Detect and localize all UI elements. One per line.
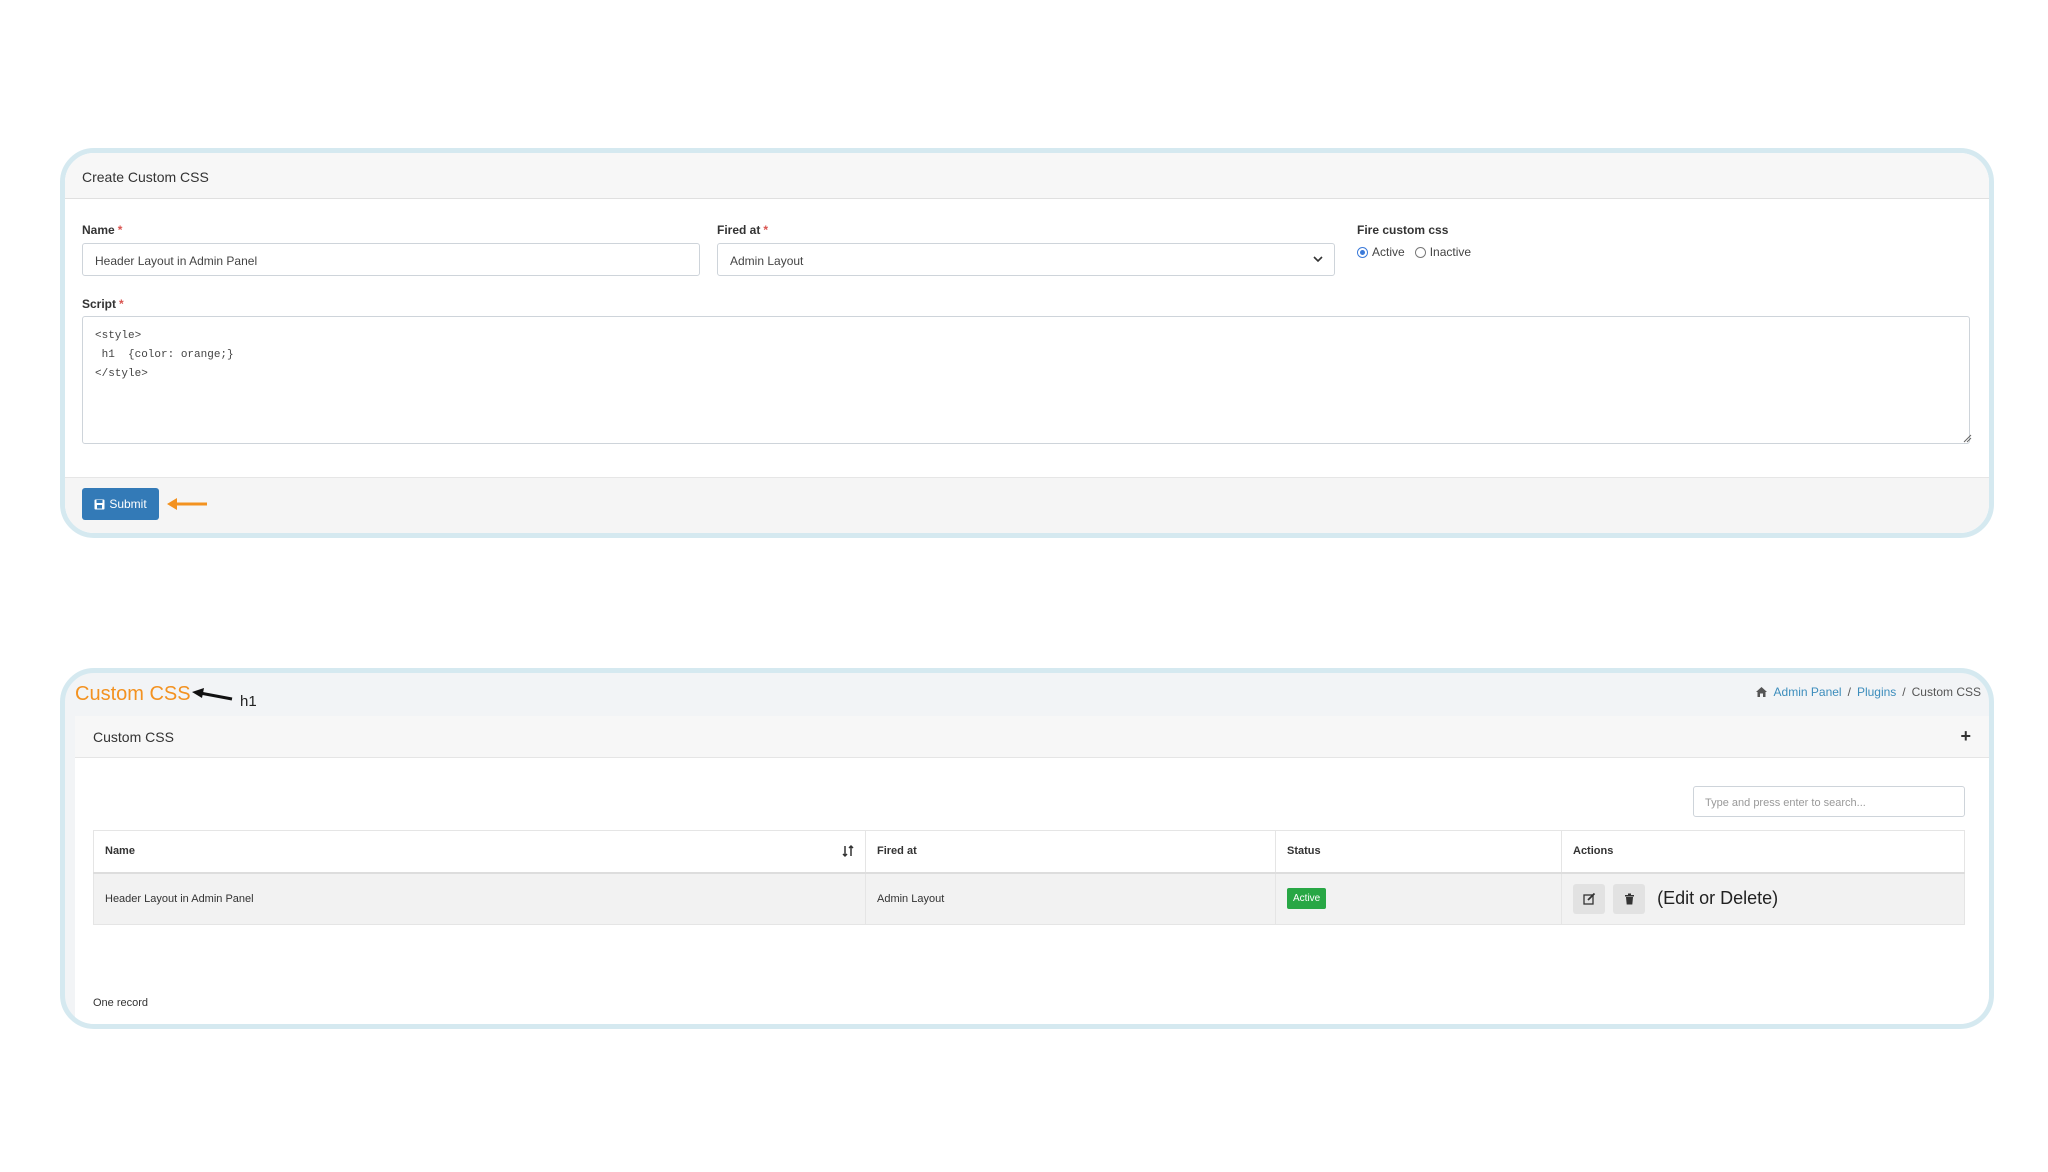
fire-status-radio-group: Active Inactive — [1357, 245, 1481, 259]
save-icon — [94, 499, 105, 509]
actions-annotation: (Edit or Delete) — [1657, 888, 1779, 909]
custom-css-table: Name Fired at Status Actions Header Layo… — [93, 830, 1965, 925]
arrow-annotation-icon — [167, 498, 207, 510]
page-title: Custom CSS — [75, 683, 191, 705]
fire-custom-css-label: Fire custom css — [1357, 223, 1449, 237]
delete-button[interactable] — [1613, 883, 1646, 914]
list-card: Custom CSS + Type and press enter to sea… — [75, 716, 1989, 1024]
breadcrumb-current: Custom CSS — [1911, 685, 1981, 699]
sort-icon[interactable] — [841, 844, 855, 858]
fired-at-value: Admin Layout — [730, 254, 804, 268]
card-header: Create Custom CSS — [65, 153, 1989, 199]
breadcrumb-separator: / — [1902, 685, 1906, 699]
card-footer — [65, 477, 1989, 533]
cell-name: Header Layout in Admin Panel — [93, 872, 866, 925]
column-header-actions: Actions — [1561, 830, 1965, 874]
create-css-panel: Create Custom CSS Name * Header Layout in… — [60, 148, 1994, 538]
record-count: One record — [93, 997, 149, 1009]
breadcrumb-admin-panel[interactable]: Admin Panel — [1774, 685, 1842, 699]
edit-button[interactable] — [1573, 883, 1605, 914]
script-label: Script * — [82, 297, 124, 311]
radio-active-label: Active — [1372, 245, 1405, 259]
custom-css-list-panel: Custom CSS h1 Admin Panel / Plugins / Cu… — [60, 668, 1994, 1029]
breadcrumb: Admin Panel / Plugins / Custom CSS — [1755, 685, 1981, 699]
arrow-annotation-icon — [192, 688, 233, 701]
chevron-down-icon — [1313, 256, 1323, 263]
radio-inactive-label: Inactive — [1429, 245, 1472, 259]
cell-status: Active — [1275, 872, 1562, 925]
fired-at-select[interactable]: Admin Layout — [717, 243, 1335, 276]
breadcrumb-separator: / — [1847, 685, 1851, 699]
name-input[interactable]: Header Layout in Admin Panel — [82, 243, 700, 276]
column-header-status: Status — [1275, 830, 1562, 874]
script-textarea[interactable]: <style> h1 {color: orange;} </style> — [82, 316, 1970, 444]
column-header-fired-at: Fired at — [865, 830, 1276, 874]
radio-inactive[interactable] — [1414, 246, 1426, 258]
h1-annotation-label: h1 — [240, 693, 257, 710]
radio-active[interactable] — [1357, 246, 1368, 258]
breadcrumb-plugins[interactable]: Plugins — [1857, 685, 1896, 699]
edit-icon — [1582, 893, 1595, 905]
list-card-title: Custom CSS — [93, 729, 174, 745]
home-icon — [1755, 687, 1767, 697]
search-input[interactable]: Type and press enter to search... — [1693, 786, 1965, 817]
cell-fired-at: Admin Layout — [865, 872, 1276, 925]
trash-icon — [1624, 893, 1634, 905]
table-row: Header Layout in Admin Panel Admin Layou… — [93, 872, 1965, 925]
card-title: Create Custom CSS — [82, 169, 209, 185]
column-header-name[interactable]: Name — [93, 830, 866, 874]
list-card-header: Custom CSS + — [75, 716, 1989, 758]
name-label: Name * — [82, 223, 123, 237]
fired-at-label: Fired at * — [717, 223, 769, 237]
status-badge: Active — [1287, 888, 1327, 910]
cell-actions: (Edit or Delete) — [1561, 872, 1965, 925]
submit-label: Submit — [109, 497, 147, 511]
resize-grip-icon[interactable] — [1962, 433, 1972, 443]
add-button[interactable]: + — [1960, 726, 1971, 747]
submit-button[interactable]: Submit — [82, 488, 159, 520]
